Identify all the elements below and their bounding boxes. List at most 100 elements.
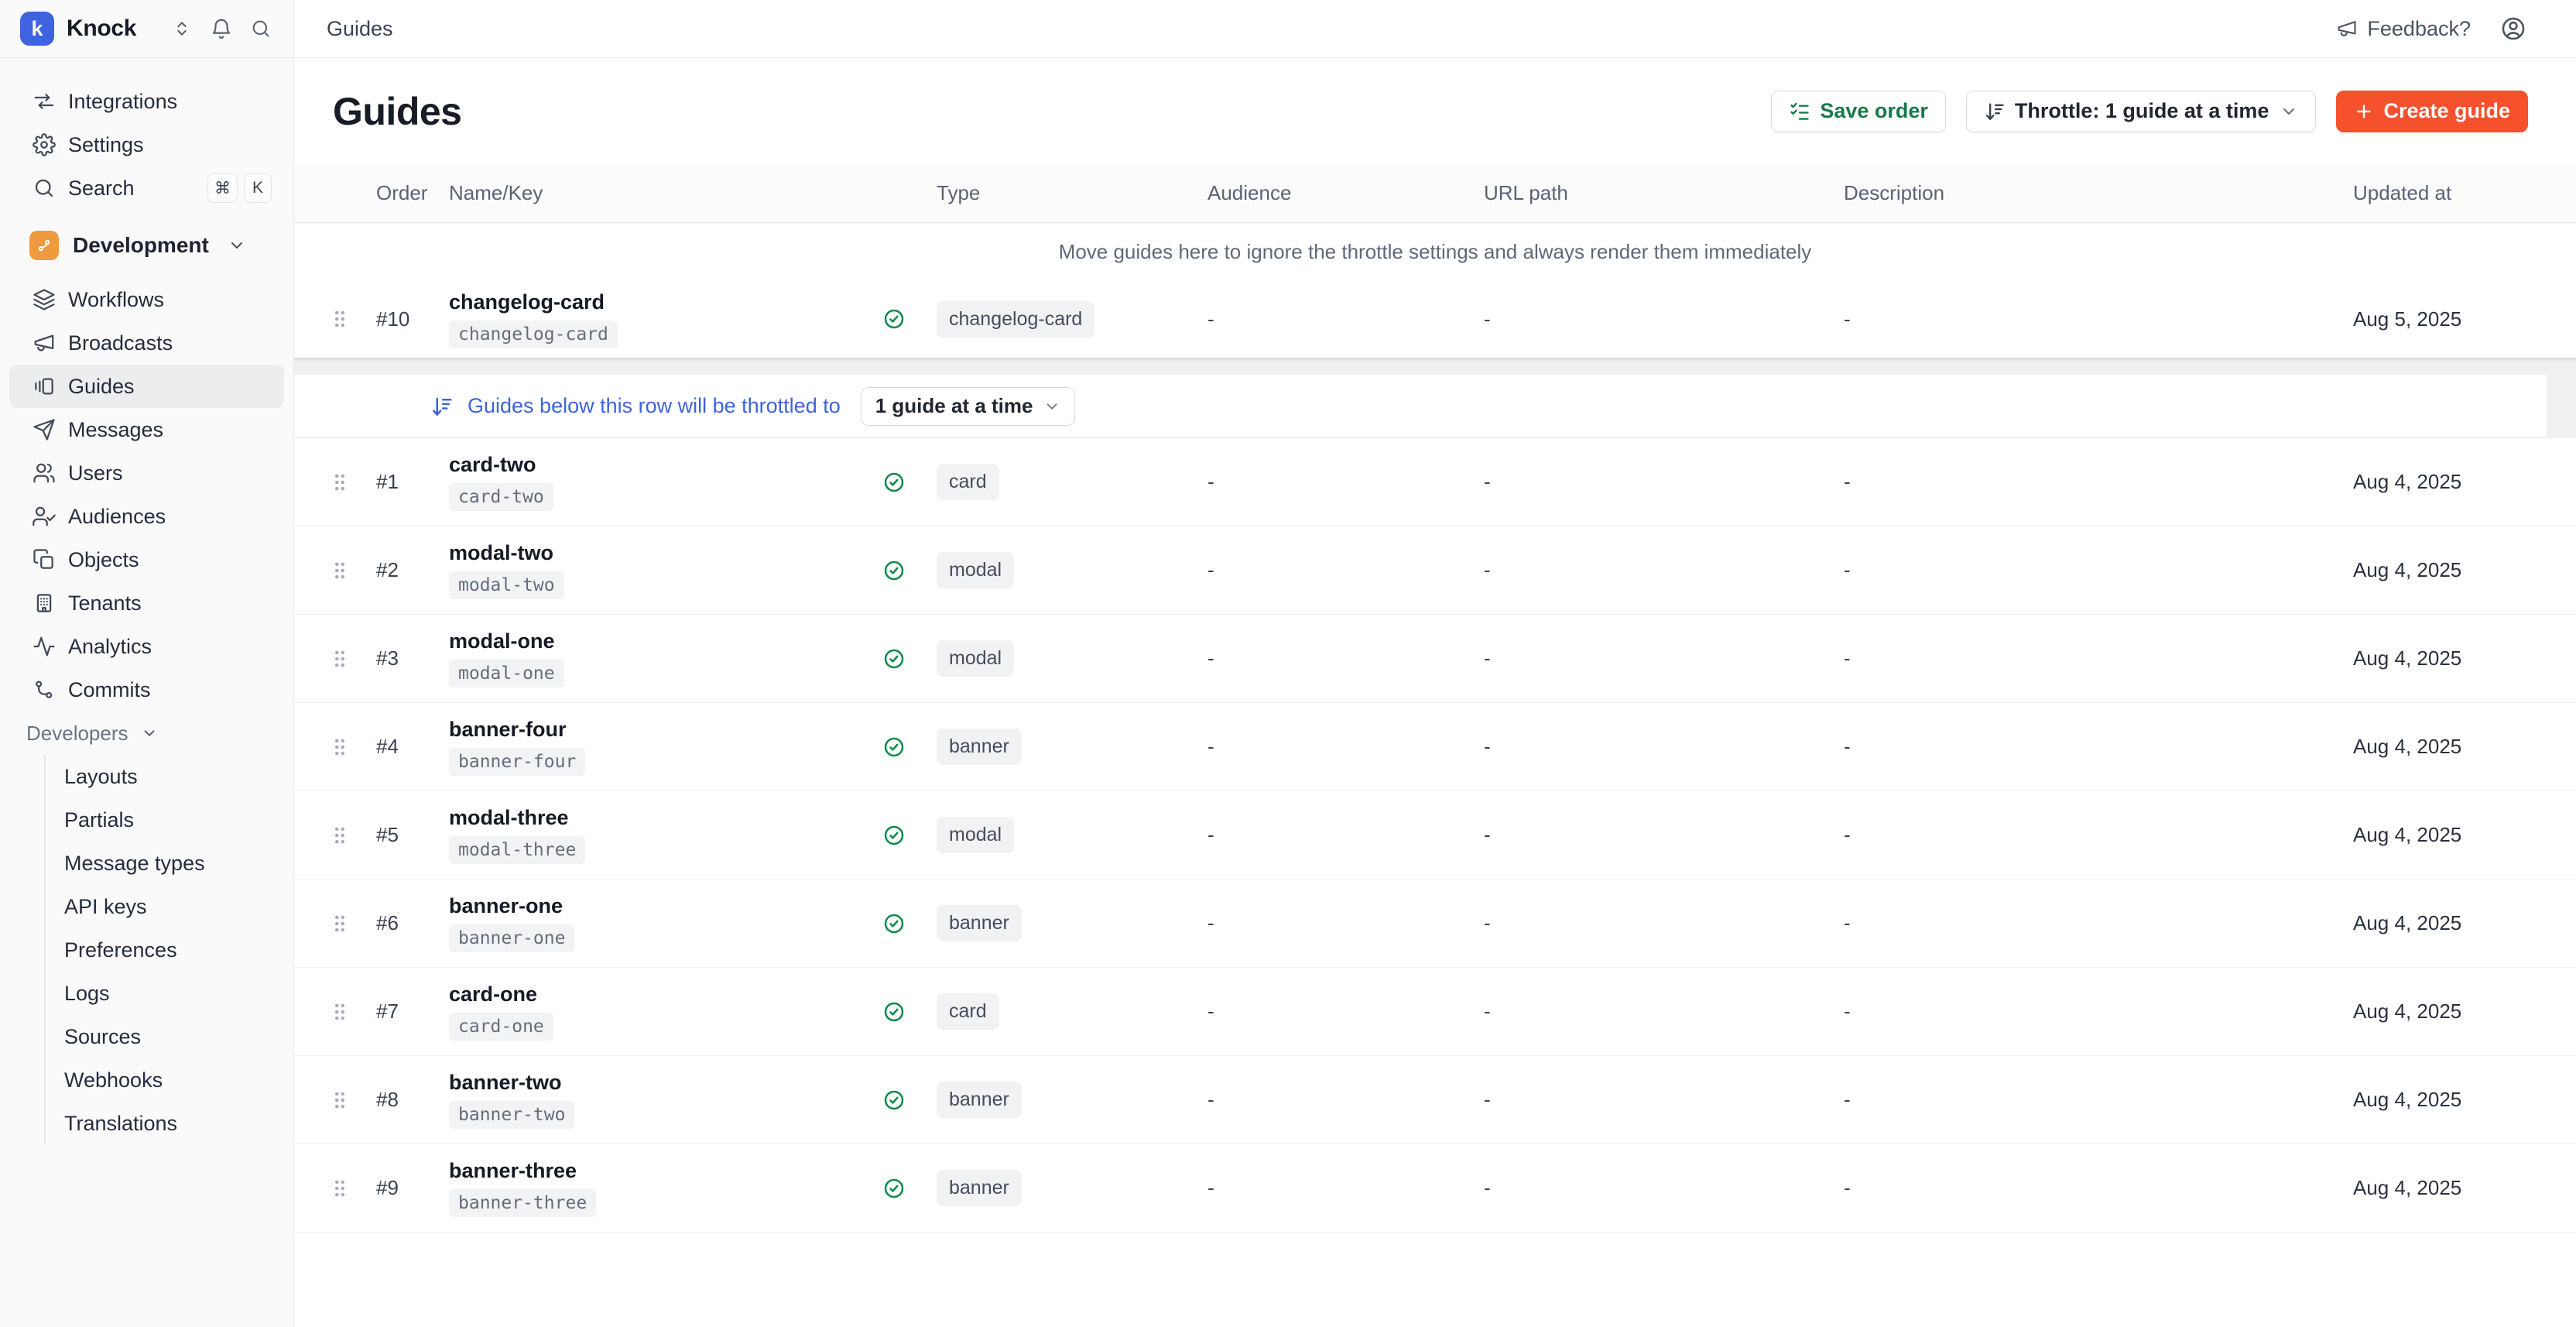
sidebar-item-objects[interactable]: Objects xyxy=(9,538,284,581)
sidebar-item-label: Broadcasts xyxy=(68,331,173,355)
audiences-icon xyxy=(33,505,56,528)
sidebar-item-tenants[interactable]: Tenants xyxy=(9,581,284,625)
drag-handle[interactable] xyxy=(328,1177,376,1200)
guide-row[interactable]: #2modal-twomodal-twomodal---Aug 4, 2025 xyxy=(294,526,2576,615)
status-cell xyxy=(882,647,937,670)
sidebar-subitem-partials[interactable]: Partials xyxy=(46,798,293,842)
guide-row[interactable]: #9banner-threebanner-threebanner---Aug 4… xyxy=(294,1144,2576,1233)
status-cell xyxy=(882,824,937,847)
audience-cell: - xyxy=(1208,307,1484,331)
sidebar-item-users[interactable]: Users xyxy=(9,451,284,495)
guide-key: banner-two xyxy=(449,1101,574,1129)
description-cell: - xyxy=(1844,1000,2353,1024)
guide-key: modal-one xyxy=(449,660,564,688)
unthrottled-dropzone-banner: Move guides here to ignore the throttle … xyxy=(294,223,2576,280)
sidebar-item-label: Commits xyxy=(68,678,151,702)
sidebar-subitem-preferences[interactable]: Preferences xyxy=(46,928,293,972)
knock-logo[interactable]: k xyxy=(20,12,54,46)
updated-at-cell: Aug 4, 2025 xyxy=(2353,735,2576,759)
sidebar-item-label: Analytics xyxy=(68,635,152,659)
drag-handle[interactable] xyxy=(328,559,376,582)
sidebar-item-messages[interactable]: Messages xyxy=(9,408,284,451)
feedback-button[interactable]: Feedback? xyxy=(2336,17,2471,41)
sidebar-item-workflows[interactable]: Workflows xyxy=(9,278,284,321)
audience-cell: - xyxy=(1208,646,1484,670)
drag-handle[interactable] xyxy=(328,1089,376,1112)
sidebar-item-label: Search xyxy=(68,177,135,201)
guide-row[interactable]: #4banner-fourbanner-fourbanner---Aug 4, … xyxy=(294,703,2576,791)
sidebar-subitem-logs[interactable]: Logs xyxy=(46,972,293,1015)
url-path-cell: - xyxy=(1484,470,1844,494)
sidebar-subitem-api-keys[interactable]: API keys xyxy=(46,885,293,928)
guide-row[interactable]: #1card-twocard-twocard---Aug 4, 2025 xyxy=(294,438,2576,526)
sidebar: k Knock IntegrationsSettingsSearch⌘K Dev… xyxy=(0,0,294,1327)
status-cell xyxy=(882,307,937,331)
shortcut-key: ⌘ xyxy=(207,173,238,203)
guide-row[interactable]: #10changelog-cardchangelog-cardchangelog… xyxy=(294,280,2576,358)
workspace-selector-button[interactable] xyxy=(171,18,193,39)
guide-name: modal-two xyxy=(449,541,553,565)
column-header-order: Order xyxy=(376,181,449,205)
type-cell: banner xyxy=(937,729,1208,765)
developers-section-toggle[interactable]: Developers xyxy=(0,712,293,755)
sidebar-item-analytics[interactable]: Analytics xyxy=(9,625,284,668)
create-guide-button[interactable]: Create guide xyxy=(2336,91,2528,132)
drag-handle[interactable] xyxy=(328,736,376,759)
notifications-button[interactable] xyxy=(210,17,233,40)
guide-row[interactable]: #5modal-threemodal-threemodal---Aug 4, 2… xyxy=(294,791,2576,880)
sidebar-subitem-translations[interactable]: Translations xyxy=(46,1102,293,1145)
sidebar-item-guides[interactable]: Guides xyxy=(9,365,284,408)
save-order-button[interactable]: Save order xyxy=(1771,91,1946,132)
throttle-dropdown-button[interactable]: Throttle: 1 guide at a time xyxy=(1966,91,2317,132)
drag-handle[interactable] xyxy=(328,1000,376,1024)
sidebar-primary-nav: IntegrationsSettingsSearch⌘K xyxy=(0,58,293,210)
logo-letter: k xyxy=(31,17,43,41)
guide-row[interactable]: #3modal-onemodal-onemodal---Aug 4, 2025 xyxy=(294,615,2576,703)
account-menu-button[interactable] xyxy=(2500,15,2526,42)
sidebar-item-integrations[interactable]: Integrations xyxy=(9,80,284,123)
check-circle-icon xyxy=(882,307,906,331)
status-cell xyxy=(882,471,937,494)
guide-name-cell: card-twocard-two xyxy=(449,453,882,511)
guide-name-cell: banner-onebanner-one xyxy=(449,894,882,952)
guide-name: banner-one xyxy=(449,894,563,918)
guide-row[interactable]: #8banner-twobanner-twobanner---Aug 4, 20… xyxy=(294,1056,2576,1144)
drag-handle[interactable] xyxy=(328,824,376,847)
sidebar-header: k Knock xyxy=(0,0,293,58)
integrations-icon xyxy=(33,90,56,113)
commits-icon xyxy=(33,678,56,701)
sidebar-item-audiences[interactable]: Audiences xyxy=(9,495,284,538)
sidebar-item-search[interactable]: Search⌘K xyxy=(9,166,284,210)
guide-name: modal-one xyxy=(449,629,555,653)
sidebar-item-commits[interactable]: Commits xyxy=(9,668,284,712)
updated-at-cell: Aug 4, 2025 xyxy=(2353,823,2576,847)
url-path-cell: - xyxy=(1484,911,1844,935)
sidebar-item-label: Tenants xyxy=(68,591,142,615)
drag-handle[interactable] xyxy=(328,307,376,331)
guide-key: modal-two xyxy=(449,571,564,599)
sidebar-item-broadcasts[interactable]: Broadcasts xyxy=(9,321,284,365)
guide-key: modal-three xyxy=(449,836,585,864)
type-badge: banner xyxy=(937,905,1022,941)
drag-handle[interactable] xyxy=(328,471,376,494)
sidebar-subitem-sources[interactable]: Sources xyxy=(46,1015,293,1058)
column-header-updated-at: Updated at xyxy=(2353,181,2576,205)
sidebar-subitem-message-types[interactable]: Message types xyxy=(46,842,293,885)
url-path-cell: - xyxy=(1484,1000,1844,1024)
guide-row[interactable]: #6banner-onebanner-onebanner---Aug 4, 20… xyxy=(294,880,2576,968)
order-number: #2 xyxy=(376,558,449,582)
type-badge: banner xyxy=(937,729,1022,765)
guide-row[interactable]: #7card-onecard-onecard---Aug 4, 2025 xyxy=(294,968,2576,1056)
throttle-limit-dropdown[interactable]: 1 guide at a time xyxy=(861,387,1076,426)
environment-switcher[interactable]: Development xyxy=(9,222,284,269)
throttled-rows: #1card-twocard-twocard---Aug 4, 2025#2mo… xyxy=(294,438,2576,1233)
order-number: #10 xyxy=(376,307,449,331)
search-button[interactable] xyxy=(250,18,272,39)
drag-handle-icon xyxy=(328,912,351,935)
sidebar-subitem-webhooks[interactable]: Webhooks xyxy=(46,1058,293,1102)
sidebar-item-settings[interactable]: Settings xyxy=(9,123,284,166)
drag-handle[interactable] xyxy=(328,647,376,670)
drag-handle[interactable] xyxy=(328,912,376,935)
guide-name: banner-two xyxy=(449,1071,562,1095)
sidebar-subitem-layouts[interactable]: Layouts xyxy=(46,755,293,798)
